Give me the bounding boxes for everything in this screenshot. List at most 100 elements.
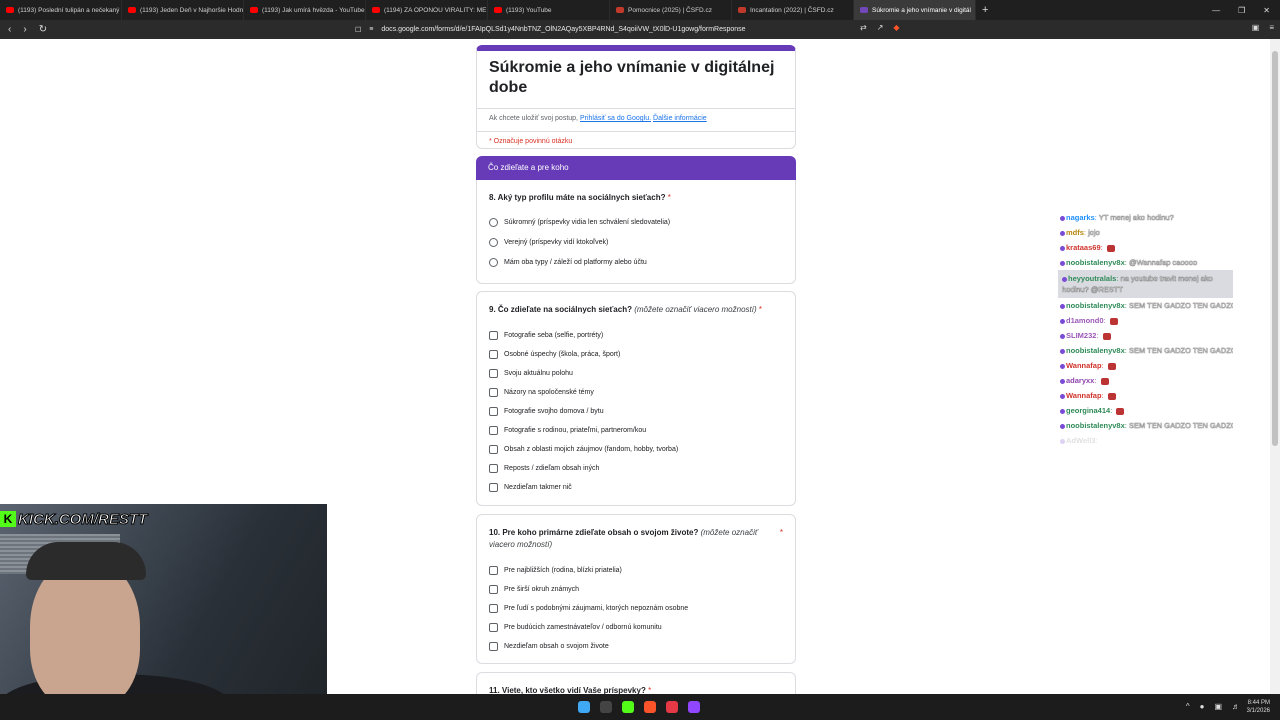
q9-option[interactable]: Svoju aktuálnu polohu: [489, 364, 783, 383]
browser-tab[interactable]: Súkromie a jeho vnímanie v digitál✕: [854, 0, 976, 20]
browser-tab[interactable]: (1193) Jak umírá hvězda - YouTube: [244, 0, 366, 20]
twitch-icon[interactable]: [688, 701, 700, 713]
tab-favicon-icon: [616, 7, 624, 13]
browser-tab[interactable]: (1193) Poslední tulipán a nečekaný n: [0, 0, 122, 20]
q8-option[interactable]: Mám oba typy / záleží od platformy alebo…: [489, 252, 783, 272]
restore-icon[interactable]: ❐: [1238, 6, 1245, 15]
more-info-link[interactable]: Ďalšie informácie: [653, 115, 707, 122]
radio-button[interactable]: [489, 257, 498, 267]
new-tab-button[interactable]: +: [976, 4, 994, 16]
browser-tab[interactable]: Incantation (2022) | ČSFD.cz: [732, 0, 854, 20]
windows-start-icon[interactable]: [578, 701, 590, 713]
chevron-up-icon[interactable]: ^: [1186, 702, 1190, 711]
checkbox[interactable]: [489, 642, 498, 651]
option-label: Svoju aktuálnu polohu: [504, 370, 573, 377]
clock[interactable]: 8:44 PM 3/1/2026: [1247, 699, 1270, 715]
chat-username: AdWell3: [1066, 436, 1096, 445]
q9-option[interactable]: Reposts / zdieľam obsah iných: [489, 459, 783, 478]
checkbox[interactable]: [489, 426, 498, 435]
tab-favicon-icon: [494, 7, 502, 13]
chat-badge-icon: [1060, 438, 1065, 444]
chat-message: noobistalenyv8x: SEM TEN GADZO TEN GADZO: [1058, 418, 1233, 433]
checkbox[interactable]: [489, 350, 498, 359]
checkbox[interactable]: [489, 369, 498, 378]
reload-icon[interactable]: ↻: [39, 24, 47, 35]
chat-message: noobistalenyv8x: SEM TEN GADZO TEN GADZO: [1058, 343, 1233, 358]
q10-option[interactable]: Pre ľudí s podobnými záujmami, ktorých n…: [489, 599, 783, 618]
brave-shield-icon[interactable]: ◆: [893, 23, 899, 32]
brave-browser-icon[interactable]: [644, 701, 656, 713]
option-label: Verejný (príspevky vidí ktokoľvek): [504, 238, 609, 246]
chat-username: d1amond0: [1066, 316, 1104, 325]
menu-icon[interactable]: ≡: [1269, 23, 1274, 32]
chat-text: YT menej ako hodinu?: [1098, 213, 1174, 222]
url-field[interactable]: ☐ ≡ docs.google.com/forms/d/e/1FAIpQLSd1…: [355, 22, 920, 37]
radio-button[interactable]: [489, 237, 498, 247]
chat-message: krataas69:: [1058, 240, 1233, 255]
checkbox[interactable]: [489, 604, 498, 613]
checkbox[interactable]: [489, 445, 498, 454]
browser-tab[interactable]: (1193) YouTube: [488, 0, 610, 20]
close-window-icon[interactable]: ✕: [1263, 6, 1270, 15]
checkbox[interactable]: [489, 585, 498, 594]
share-icon[interactable]: ↗: [877, 23, 884, 32]
chat-badge-icon: [1060, 378, 1065, 384]
q9-option[interactable]: Názory na spoločenské témy: [489, 383, 783, 402]
xbox-icon[interactable]: [600, 701, 612, 713]
system-tray: ^ ● ▣ ♬: [1186, 702, 1240, 711]
q9-option[interactable]: Nezdieľam takmer nič: [489, 478, 783, 497]
chat-message: mdfs: jojo: [1058, 225, 1233, 240]
q10-option[interactable]: Nezdieľam obsah o svojom živote: [489, 637, 783, 656]
q9-option[interactable]: Fotografie s rodinou, priateľmi, partner…: [489, 421, 783, 440]
obs-icon[interactable]: [666, 701, 678, 713]
emote-icon: [1100, 377, 1109, 385]
checkbox[interactable]: [489, 483, 498, 492]
browser-tab[interactable]: (1193) Jeden Deň v Najhoršie Hodnot: [122, 0, 244, 20]
chat-text: @Wannafap caoooo: [1128, 258, 1198, 267]
checkbox[interactable]: [489, 566, 498, 575]
kick-app-icon[interactable]: [622, 701, 634, 713]
network-icon[interactable]: ▣: [1214, 702, 1222, 711]
q9-option[interactable]: Osobné úspechy (škola, práca, šport): [489, 345, 783, 364]
radio-button[interactable]: [489, 217, 498, 227]
chat-message: SLIM232:: [1058, 328, 1233, 343]
tab-title: Pomocnice (2025) | ČSFD.cz: [628, 6, 713, 14]
checkbox[interactable]: [489, 623, 498, 632]
chat-badge-icon: [1060, 408, 1065, 414]
q8-option[interactable]: Súkromný (príspevky vidia len schválení …: [489, 212, 783, 232]
q9-option[interactable]: Obsah z oblasti mojich záujmov (fandom, …: [489, 440, 783, 459]
volume-icon[interactable]: ♬: [1232, 702, 1240, 711]
chat-username: mdfs: [1066, 228, 1084, 237]
chat-username: noobistalenyv8x: [1066, 421, 1125, 430]
chat-badge-icon: [1060, 348, 1065, 354]
option-label: Súkromný (príspevky vidia len schválení …: [504, 218, 671, 226]
translate-icon[interactable]: ⇄: [860, 23, 867, 32]
browser-tab[interactable]: Pomocnice (2025) | ČSFD.cz: [610, 0, 732, 20]
q9-option[interactable]: Fotografie svojho domova / bytu: [489, 402, 783, 421]
signin-link[interactable]: Prihlásiť sa do Googlu.: [580, 115, 651, 122]
checkbox[interactable]: [489, 464, 498, 473]
q10-option[interactable]: Pre širší okruh známych: [489, 580, 783, 599]
scrollbar-thumb[interactable]: [1272, 51, 1278, 446]
checkbox[interactable]: [489, 388, 498, 397]
checkbox[interactable]: [489, 407, 498, 416]
chat-message: heyyoutralals: na youtube travit menej a…: [1058, 270, 1233, 298]
back-icon[interactable]: ‹: [8, 24, 11, 35]
forward-icon[interactable]: ›: [23, 24, 26, 35]
page-scrollbar[interactable]: [1270, 39, 1280, 694]
bookmark-icon[interactable]: ☐: [355, 26, 361, 34]
site-info-icon[interactable]: ≡: [369, 26, 373, 33]
q8-option[interactable]: Verejný (príspevky vidí ktokoľvek): [489, 232, 783, 252]
address-bar: ‹ › ↻ ☐ ≡ docs.google.com/forms/d/e/1FAI…: [0, 20, 1280, 39]
q9-option[interactable]: Fotografie seba (selfie, portréty): [489, 326, 783, 345]
minimize-icon[interactable]: —: [1212, 6, 1220, 15]
browser-tab[interactable]: (1194) ZA OPONOU VIRALITY: MELI: [366, 0, 488, 20]
microphone-icon[interactable]: ●: [1200, 702, 1205, 711]
q10-option[interactable]: Pre najbližších (rodina, blízki priateli…: [489, 561, 783, 580]
chat-username: SLIM232: [1066, 331, 1097, 340]
option-label: Pre najbližších (rodina, blízki priateli…: [504, 567, 622, 574]
checkbox[interactable]: [489, 331, 498, 340]
sidebar-icon[interactable]: ▣: [1252, 23, 1260, 32]
q10-option[interactable]: Pre budúcich zamestnávateľov / odbornú k…: [489, 618, 783, 637]
question-8-title: 8. Aký typ profilu máte na sociálnych si…: [489, 193, 671, 202]
